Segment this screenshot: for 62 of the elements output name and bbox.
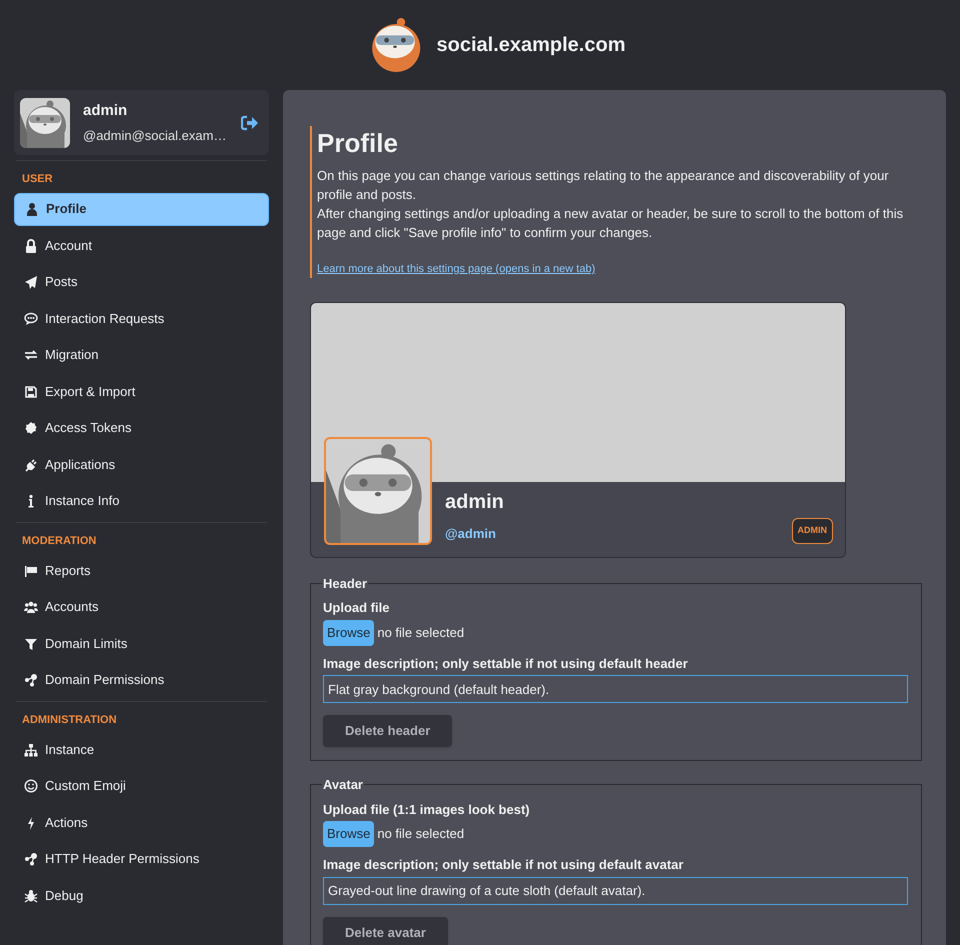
nav-item[interactable]: Applications [14,448,269,481]
description-field[interactable]: Flat gray background (default header). [323,675,908,703]
nav-item[interactable]: Migration [14,338,269,372]
paper-plane-icon [24,275,38,289]
delete-button[interactable]: Delete header [323,715,452,747]
nav-item[interactable]: Posts [14,266,269,298]
nav-item[interactable]: Domain Permissions [14,664,269,696]
file-status: no file selected [377,624,464,642]
browse-button[interactable]: Browse [323,620,374,646]
role-badge: ADMIN [792,518,833,544]
nav-item[interactable]: Export & Import [14,375,269,408]
username: @admin [445,524,497,542]
nav-item[interactable]: Reports [14,554,269,587]
section-heading: MODERATION [22,534,96,548]
section-heading: USER [22,172,53,187]
help-link[interactable]: Learn more about this settings page (opens in a new tab) [317,261,596,278]
nodes-icon [24,673,38,687]
nav-item[interactable]: Account [14,229,269,262]
arrows-icon [24,348,38,362]
site-title: social.example.com [436,33,626,58]
speech-bubble-icon [24,312,38,326]
person-icon [25,202,39,216]
description-field[interactable]: Grayed-out line drawing of a cute sloth (default avatar). [323,876,908,904]
nav-item[interactable]: Actions [14,806,269,839]
nav-item[interactable]: HTTP Header Permissions [14,842,269,876]
nodes-icon [24,852,38,866]
group-legend: Avatar [322,775,364,794]
browse-button[interactable]: Browse [323,821,374,847]
nav-item[interactable]: Accounts [14,590,269,624]
funnel-icon [24,636,38,650]
section-heading: ADMINISTRATION [22,712,117,728]
file-status: no file selected [377,825,464,844]
plug-icon [24,458,38,472]
description-text: On this page you can change various settings relating to the appearance and discoverability of your profile and posts. [317,167,890,204]
sloth-avatar [20,98,70,148]
account-handle: @admin@social.exam… [83,126,228,144]
nav-item[interactable]: Debug [14,879,269,912]
people-icon [24,600,38,614]
description-text: After changing settings and/or uploading a new avatar or header, be sure to scroll to the bottom of this page and click "Save profile info" to confirm your changes. [317,205,904,242]
delete-button[interactable]: Delete avatar [323,916,448,945]
bug-icon [24,888,38,902]
account-name: admin [83,101,128,121]
lock-icon [24,238,38,252]
field-label: Image description; only settable if not using default avatar [323,856,684,874]
logout-icon[interactable] [241,114,259,130]
nav-item[interactable]: Access Tokens [14,412,269,444]
sitemap-icon [24,742,38,756]
nav-item[interactable]: Domain Limits [14,627,269,660]
nav-item[interactable]: Profile [14,192,269,226]
page-title: Profile [317,127,399,160]
smiley-icon [24,779,38,793]
display-name: admin [445,490,504,514]
field-label: Upload file [323,599,390,617]
field-label: Upload file (1:1 images look best) [323,800,530,819]
nav-item[interactable]: Interaction Requests [14,302,269,335]
nav-item[interactable]: Instance [14,733,269,766]
group-legend: Header [322,574,368,593]
nav-item[interactable]: Instance Info [14,484,269,518]
badge-icon [24,421,38,435]
field-label: Image description; only settable if not using default header [323,654,688,673]
nav-item[interactable]: Custom Emoji [14,770,269,802]
flag-icon [24,564,38,578]
